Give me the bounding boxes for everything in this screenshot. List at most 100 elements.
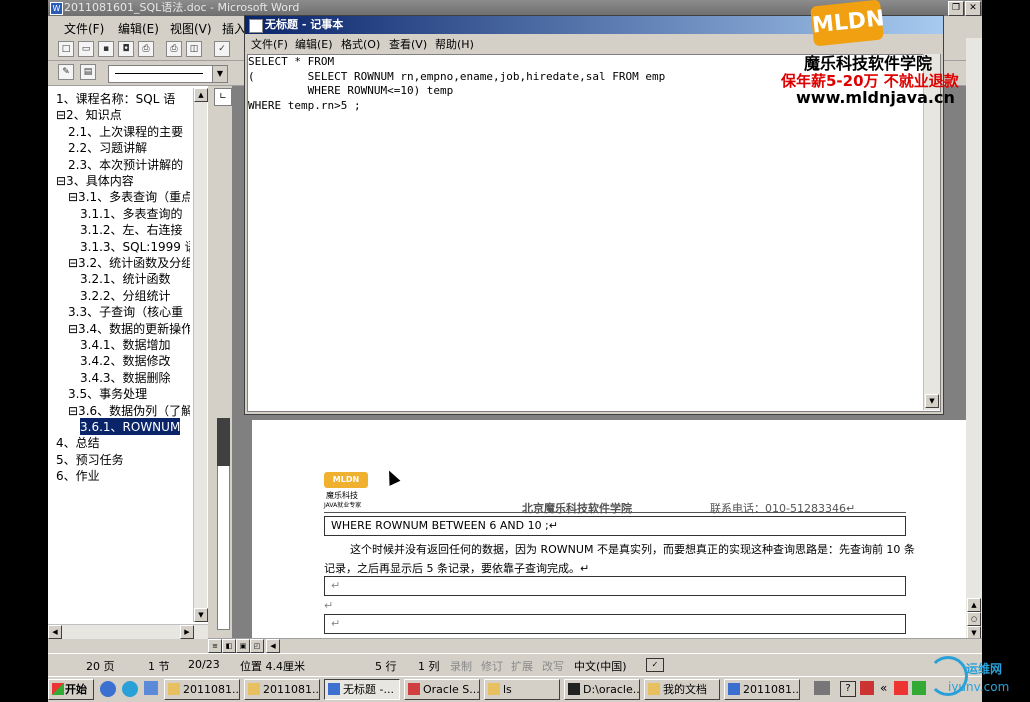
spelling-status-icon[interactable]: ✓ [646, 658, 664, 672]
taskbar-button[interactable]: 2011081... [724, 679, 800, 700]
taskbar-button[interactable]: ls [484, 679, 560, 700]
tray-net-icon[interactable] [912, 681, 926, 695]
np-menu-file[interactable]: 文件(F) [251, 36, 288, 52]
tray-expand[interactable]: « [880, 681, 887, 695]
close-icon[interactable]: ✕ [965, 1, 981, 16]
docmap-scrollbar[interactable]: ▲ ▼ [193, 88, 208, 622]
docmap-item[interactable]: 6、作业 [56, 467, 190, 484]
docmap-item[interactable]: 2.3、本次预计讲解的 [68, 156, 190, 173]
new-icon[interactable]: □ [58, 41, 74, 57]
docmap-item[interactable]: 3.5、事务处理 [68, 385, 190, 402]
form-icon[interactable]: ▤ [80, 64, 96, 80]
docmap-item[interactable]: 4、总结 [56, 434, 190, 451]
docmap-item[interactable]: ⊟3.6、数据伪列（了解 [68, 402, 190, 419]
tray-app-icon[interactable] [860, 681, 874, 695]
taskbar-button[interactable]: 2011081... [164, 679, 240, 700]
taskbar-button[interactable]: 2011081... [244, 679, 320, 700]
docmap-item[interactable]: ⊟3.1、多表查询（重点 [68, 188, 190, 205]
notepad-text-area[interactable]: SELECT * FROM ( SELECT ROWNUM rn,empno,e… [247, 54, 941, 412]
outline-view-icon[interactable]: ◰ [250, 639, 264, 653]
menu-file[interactable]: 文件(F) [64, 20, 104, 37]
docmap-item[interactable]: 2.1、上次课程的主要 [68, 123, 190, 140]
restore-icon[interactable]: ❐ [948, 1, 964, 16]
open-icon[interactable]: ▭ [78, 41, 94, 57]
docmap-item[interactable]: 2.2、习题讲解 [68, 139, 190, 156]
taskbar-button[interactable]: D:\oracle... [564, 679, 640, 700]
taskbar-button[interactable]: Oracle S... [404, 679, 480, 700]
taskbar-button[interactable]: 无标题 -... [324, 679, 400, 700]
docmap-item[interactable]: 3.4.1、数据增加 [80, 336, 190, 353]
tray-word-icon[interactable] [894, 681, 908, 695]
docmap-item[interactable]: 3.4.2、数据修改 [80, 352, 190, 369]
web-view-icon[interactable]: ◧ [222, 639, 236, 653]
chevron-down-icon[interactable]: ▼ [212, 66, 227, 82]
docmap-item[interactable]: 3.4.3、数据删除 [80, 369, 190, 386]
page-logo-sub: JAVA就业专家 [324, 502, 362, 509]
print-icon[interactable]: ⎙ [166, 41, 182, 57]
np-menu-edit[interactable]: 编辑(E) [295, 36, 333, 52]
taskbar-button[interactable]: 我的文档 [644, 679, 720, 700]
scroll-right-icon[interactable]: ▶ [180, 625, 194, 639]
help-icon[interactable]: ? [840, 681, 856, 697]
status-trk[interactable]: 修订 [481, 658, 503, 674]
np-menu-view[interactable]: 查看(V) [389, 36, 427, 52]
status-rec[interactable]: 录制 [450, 658, 472, 674]
docmap-item[interactable]: ⊟2、知识点 [56, 106, 190, 123]
np-menu-format[interactable]: 格式(O) [341, 36, 380, 52]
status-page: 20 页 [86, 660, 115, 673]
permission-icon[interactable]: ◘ [118, 41, 134, 57]
docmap-item[interactable]: ⊟3.2、统计函数及分组 [68, 254, 190, 271]
np-scroll-down-icon[interactable]: ▼ [925, 394, 939, 408]
normal-view-icon[interactable]: ≡ [208, 639, 222, 653]
docmap-item[interactable]: 3.1.2、左、右连接 [80, 221, 190, 238]
browser-icon[interactable] [100, 681, 116, 697]
menu-view[interactable]: 视图(V) [170, 20, 212, 37]
mouse-cursor-icon [383, 468, 401, 486]
np-menu-help[interactable]: 帮助(H) [435, 36, 474, 52]
docmap-item[interactable]: 5、预习任务 [56, 451, 190, 468]
docmap-item[interactable]: 3.2.2、分组统计 [80, 287, 190, 304]
word-vertical-scrollbar[interactable]: ▲ ○ ▼ [966, 38, 982, 640]
ie-icon[interactable] [122, 681, 138, 697]
docmap-item[interactable]: 3.1.3、SQL:1999 语 [80, 238, 190, 255]
tab-stop-icon[interactable]: ∟ [214, 88, 232, 106]
print-preview-icon[interactable]: ⎙ [138, 41, 154, 57]
docmap-item[interactable]: 3.2.1、统计函数 [80, 270, 190, 287]
menu-insert[interactable]: 插入 [222, 20, 246, 37]
brand-logo: MLDN [810, 0, 886, 47]
code-box[interactable]: WHERE ROWNUM BETWEEN 6 AND 10 ;↵ [324, 516, 906, 536]
scroll-down-icon[interactable]: ▼ [194, 608, 208, 622]
edit-icon[interactable]: ✎ [58, 64, 74, 80]
start-button[interactable]: 开始 [48, 679, 94, 700]
docmap-item[interactable]: 3.6.1、ROWNUM [80, 418, 181, 435]
docmap-hscrollbar[interactable]: ◀ ▶ [48, 624, 208, 639]
docmap-item[interactable]: 1、课程名称：SQL 语 [56, 90, 190, 107]
taskbar-app-icon [728, 683, 740, 695]
desktop-icon[interactable] [144, 681, 158, 695]
docmap-item[interactable]: 3.3、子查询（核心重 [68, 303, 190, 320]
scroll-left-icon[interactable]: ◀ [48, 625, 62, 639]
empty-code-box-2[interactable]: ↵ [324, 614, 906, 634]
empty-code-box-1[interactable]: ↵ [324, 576, 906, 596]
taskbar-button-label: 我的文档 [663, 683, 707, 696]
prev-page-icon[interactable]: ○ [967, 612, 981, 626]
docmap-item[interactable]: ⊟3.4、数据的更新操作 [68, 320, 190, 337]
menu-edit[interactable]: 编辑(E) [118, 20, 159, 37]
status-ovr[interactable]: 改写 [542, 658, 564, 674]
taskbar-app-icon [328, 683, 340, 695]
scroll-up-icon[interactable]: ▲ [194, 88, 208, 102]
tray-printer-icon[interactable] [814, 681, 830, 695]
scroll-left-icon[interactable]: ◀ [266, 639, 280, 653]
docmap-item[interactable]: ⊟3、具体内容 [56, 172, 190, 189]
docmap-item[interactable]: 3.1.1、多表查询的 [80, 205, 190, 222]
scroll-up-icon[interactable]: ▲ [967, 598, 981, 612]
save-icon[interactable]: ▪ [98, 41, 114, 57]
status-bar: 20 页 1 节 20/23 位置 4.4厘米 5 行 1 列 录制 修订 扩展… [48, 653, 982, 676]
line-style-combo[interactable]: ▼ [108, 65, 228, 83]
spelling-icon[interactable]: ✓ [214, 41, 230, 57]
print-view-icon[interactable]: ▣ [236, 639, 250, 653]
status-ext[interactable]: 扩展 [511, 658, 533, 674]
notepad-scrollbar[interactable]: ▼ [923, 54, 940, 410]
word-horizontal-scrollbar[interactable]: ≡ ◧ ▣ ◰ ◀ [208, 638, 982, 653]
preview-icon[interactable]: ◫ [186, 41, 202, 57]
